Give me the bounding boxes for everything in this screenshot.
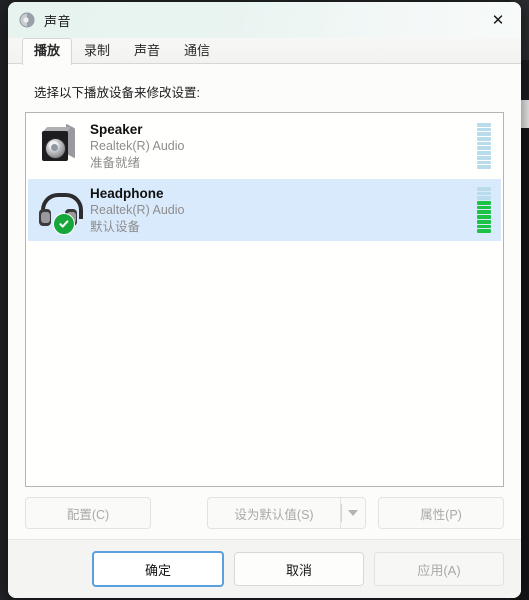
apply-button[interactable]: 应用(A) [374,552,504,586]
list-item[interactable]: Speaker Realtek(R) Audio 准备就绪 [28,115,501,177]
cancel-button[interactable]: 取消 [234,552,364,586]
backdrop-left-strip [0,0,8,600]
meter-segment [477,165,491,169]
meter-segment [477,146,491,151]
headphone-icon [36,187,83,235]
meter-segment [477,219,491,224]
meter-segment [477,229,491,233]
device-actions: 配置(C) 设为默认值(S) 属性(P) [24,487,505,539]
configure-button[interactable]: 配置(C) [25,497,151,529]
meter-segment [477,224,491,229]
meter-segment [477,191,491,196]
set-default-button[interactable]: 设为默认值(S) [207,497,340,529]
speaker-icon [18,11,36,29]
device-info: Headphone Realtek(R) Audio 默认设备 [90,185,477,236]
meter-segment [477,155,491,160]
properties-button[interactable]: 属性(P) [378,497,504,529]
title-bar: 声音 ✕ [8,2,521,38]
device-info: Speaker Realtek(R) Audio 准备就绪 [90,121,477,172]
device-status: 准备就绪 [90,155,141,170]
meter-segment [477,196,491,201]
set-default-split-button: 设为默认值(S) [207,497,366,529]
playback-prompt: 选择以下播放设备来修改设置: [34,86,200,100]
speaker-icon [36,123,82,169]
window-title: 声音 [44,13,72,29]
meter-segment [477,132,491,137]
volume-meter [477,122,491,169]
close-icon[interactable]: ✕ [475,2,521,38]
device-name: Headphone [90,185,164,201]
tab-sounds[interactable]: 声音 [122,38,172,64]
meter-segment [477,205,491,210]
device-driver: Realtek(R) Audio [90,203,185,218]
tab-recording[interactable]: 录制 [72,38,122,64]
dialog-footer: 确定 取消 应用(A) [8,539,521,598]
ok-button[interactable]: 确定 [92,551,224,587]
tab-content-playback: 选择以下播放设备来修改设置: Speaker Realtek(R) Audio … [8,64,521,539]
chevron-down-icon[interactable] [340,497,366,529]
meter-segment [477,122,491,127]
device-list[interactable]: Speaker Realtek(R) Audio 准备就绪 Headphone … [25,112,504,487]
meter-segment [477,141,491,146]
meter-segment [477,186,491,191]
meter-segment [477,210,491,215]
meter-segment [477,160,491,165]
tab-strip: 播放 录制 声音 通信 [8,38,521,65]
tab-communications[interactable]: 通信 [172,38,222,64]
volume-meter [477,186,491,233]
meter-segment [477,137,491,141]
meter-segment [477,215,491,219]
tab-playback[interactable]: 播放 [22,38,73,65]
device-driver: Realtek(R) Audio [90,139,185,154]
sound-dialog: 声音 ✕ 播放 录制 声音 通信 选择以下播放设备来修改设置: Speaker [8,2,521,598]
device-name: Speaker [90,121,143,137]
meter-segment [477,151,491,155]
meter-segment [477,127,491,132]
device-status: 默认设备 [90,219,141,234]
meter-segment [477,201,491,205]
list-item[interactable]: Headphone Realtek(R) Audio 默认设备 [28,179,501,241]
default-device-check-icon [53,213,75,235]
